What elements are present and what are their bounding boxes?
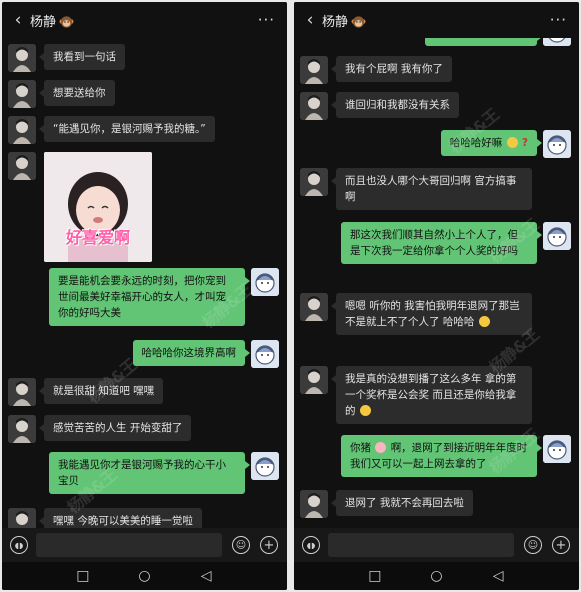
message-bubble-partial[interactable] <box>425 38 542 46</box>
more-options-icon[interactable]: ··· <box>258 11 275 29</box>
my-avatar[interactable] <box>251 340 279 368</box>
message-input[interactable] <box>328 533 514 557</box>
smile-emoji-icon <box>359 405 371 416</box>
contact-avatar[interactable] <box>8 44 36 72</box>
my-avatar[interactable] <box>251 452 279 480</box>
message-bubble[interactable]: 嘿嘿 今晚可以美美的睡一觉啦 <box>39 508 202 528</box>
message-bubble[interactable]: 嗯嗯 听你的 我害怕我明年退网了那岂不是就上不了个人了 哈哈哈 <box>331 293 532 335</box>
contact-name: 杨静 <box>322 14 349 30</box>
message-bubble[interactable]: 我有个屁啊 我有你了 <box>331 56 452 82</box>
more-options-icon[interactable]: ··· <box>550 11 567 29</box>
contact-avatar[interactable] <box>300 92 328 120</box>
message-bubble[interactable]: 谁回归和我都没有关系 <box>331 92 459 118</box>
contact-avatar[interactable] <box>8 80 36 108</box>
question-mark-icon: ? <box>521 137 528 149</box>
contact-avatar[interactable] <box>8 152 36 180</box>
left-chat-screen: ‹ 杨静 ··· 我看到一句话 想要送给你 “能遇见你，是银河赐予我的糖。” 好… <box>2 2 287 590</box>
recent-apps-icon[interactable]: □ <box>365 568 385 584</box>
message-bubble[interactable]: 我是真的没想到播了这么多年 拿的第一个奖杯是公会奖 而且还是你给我拿的 <box>331 366 532 424</box>
message-text: 哈哈哈好嘛 <box>449 137 503 149</box>
home-icon[interactable]: ○ <box>134 568 154 584</box>
message-bubble[interactable]: 那这次我们顺其自然小上个人了，但是下次我一定给你拿个个人奖的好吗 <box>341 222 542 264</box>
message-bubble[interactable]: 要是能机会要永远的时刻，把你宠到世间最美好幸福开心的女人，才叫宠你的好吗大美 <box>49 268 250 326</box>
my-avatar[interactable] <box>543 130 571 158</box>
input-bar: ◖◗ ☺ + <box>294 528 579 562</box>
home-icon[interactable]: ○ <box>426 568 446 584</box>
contact-avatar[interactable] <box>300 293 328 321</box>
recent-apps-icon[interactable]: □ <box>73 568 93 584</box>
message-bubble[interactable]: 我看到一句话 <box>39 44 125 70</box>
message-list: 我看到一句话 想要送给你 “能遇见你，是银河赐予我的糖。” 好喜爱啊 要是能机会… <box>2 38 287 528</box>
back-icon[interactable]: ◁ <box>488 568 508 584</box>
message-bubble[interactable]: 退网了 我就不会再回去啦 <box>331 490 473 516</box>
my-avatar[interactable] <box>251 268 279 296</box>
contact-avatar[interactable] <box>300 56 328 84</box>
message-bubble[interactable]: 想要送给你 <box>39 80 115 106</box>
monkey-emoji-icon <box>59 16 74 28</box>
message-bubble[interactable]: 感觉苦苦的人生 开始变甜了 <box>38 415 192 441</box>
back-arrow-icon[interactable]: ‹ <box>294 10 322 30</box>
my-avatar[interactable] <box>543 435 571 463</box>
message-bubble[interactable]: 而且也没人哪个大哥回归啊 官方搞事啊 <box>331 168 532 210</box>
message-text: 你猪 <box>350 442 371 454</box>
plus-icon[interactable]: + <box>552 536 570 554</box>
message-list: 我有个屁啊 我有你了 谁回归和我都没有关系 哈哈哈好嘛 ? 而且也没人哪个大哥回… <box>294 38 579 528</box>
right-chat-screen: ‹ 杨静 ··· 我有个屁啊 我有你了 谁回归和我都没有关系 哈哈哈好嘛 ? 而… <box>294 2 579 590</box>
voice-input-icon[interactable]: ◖◗ <box>10 536 28 554</box>
system-nav-bar: □ ○ ◁ <box>2 562 287 590</box>
message-bubble[interactable]: 我能遇见你才是银河赐予我的心干小宝贝 <box>49 452 250 494</box>
back-icon[interactable]: ◁ <box>196 568 216 584</box>
message-text: 嗯嗯 听你的 我害怕我明年退网了那岂不是就上不了个人了 哈哈哈 <box>345 300 520 328</box>
emoji-icon[interactable]: ☺ <box>524 536 542 554</box>
contact-avatar[interactable] <box>300 366 328 394</box>
message-bubble[interactable]: 哈哈哈好嘛 ? <box>440 130 543 156</box>
sticker-image[interactable]: 好喜爱啊 <box>44 152 152 262</box>
message-bubble[interactable]: 哈哈哈你这境界高啊 <box>132 340 250 366</box>
plus-icon[interactable]: + <box>260 536 278 554</box>
screenshot-pair: ‹ 杨静 ··· 我看到一句话 想要送给你 “能遇见你，是银河赐予我的糖。” 好… <box>0 0 581 592</box>
contact-avatar[interactable] <box>8 415 36 443</box>
contact-avatar[interactable] <box>300 490 328 518</box>
message-bubble[interactable]: “能遇见你，是银河赐予我的糖。” <box>39 116 215 142</box>
voice-input-icon[interactable]: ◖◗ <box>302 536 320 554</box>
message-bubble[interactable]: 你猪 啊，退网了到接近明年年度时我们又可以一起上网去拿的了 <box>341 435 542 477</box>
contact-avatar[interactable] <box>8 508 36 528</box>
emoji-icon[interactable]: ☺ <box>232 536 250 554</box>
laugh-emoji-icon <box>478 316 490 327</box>
input-bar: ◖◗ ☺ + <box>2 528 287 562</box>
sticker-caption: 好喜爱啊 <box>65 228 130 247</box>
contact-name: 杨静 <box>30 14 57 30</box>
my-avatar[interactable] <box>543 222 571 250</box>
system-nav-bar: □ ○ ◁ <box>294 562 579 590</box>
grin-emoji-icon <box>506 137 518 148</box>
contact-avatar[interactable] <box>8 378 36 406</box>
chat-header: ‹ 杨静 ··· <box>294 2 579 38</box>
message-input[interactable] <box>36 533 222 557</box>
chat-header: ‹ 杨静 ··· <box>2 2 287 38</box>
contact-avatar[interactable] <box>8 116 36 144</box>
contact-avatar[interactable] <box>300 168 328 196</box>
monkey-emoji-icon <box>351 16 366 28</box>
my-avatar[interactable] <box>543 38 571 46</box>
back-arrow-icon[interactable]: ‹ <box>2 10 30 30</box>
pig-emoji-icon <box>375 442 387 453</box>
message-bubble[interactable]: 就是很甜 知道吧 嘿嘿 <box>38 378 164 404</box>
